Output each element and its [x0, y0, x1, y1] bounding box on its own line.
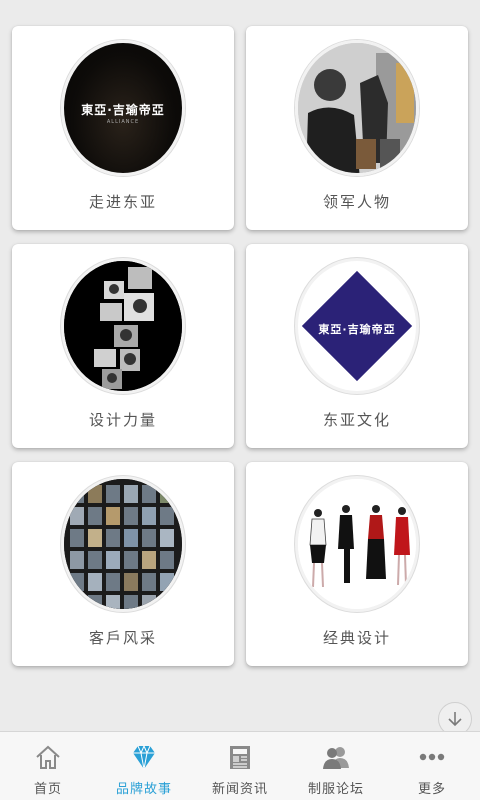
tab-more[interactable]: 更多	[384, 732, 480, 800]
arrow-down-icon	[448, 712, 462, 727]
design-collage-image	[61, 258, 185, 394]
building-grid-illustration	[64, 479, 182, 609]
client-grid-image	[61, 476, 185, 612]
fashion-illustration-image	[295, 476, 419, 612]
card-label: 设计力量	[88, 411, 157, 429]
card-label: 东亚文化	[322, 411, 391, 429]
tab-uniform-forum[interactable]: 制服论坛	[288, 732, 384, 800]
tab-home[interactable]: 首页	[0, 732, 96, 800]
card-dongya-culture[interactable]: 東亞·吉瑜帝亞 东亚文化	[246, 244, 468, 448]
newspaper-icon	[224, 741, 256, 773]
more-icon	[416, 741, 448, 773]
bottom-tab-bar: 首页 品牌故事 新闻资讯 制服论坛 更多	[0, 731, 480, 800]
tab-label: 首页	[33, 782, 62, 797]
tab-label: 新闻资讯	[211, 782, 268, 797]
card-client-gallery[interactable]: 客戶风采	[12, 462, 234, 666]
culture-logo-image: 東亞·吉瑜帝亞	[295, 258, 419, 394]
card-label: 客戶风采	[88, 629, 157, 647]
card-leaders[interactable]: 领军人物	[246, 26, 468, 230]
diamond-icon	[128, 741, 160, 773]
tab-label: 制服论坛	[307, 782, 364, 797]
card-enter-dongya[interactable]: 東亞·吉瑜帝亞 ALLIANCE 走进东亚	[12, 26, 234, 230]
tab-news[interactable]: 新闻资讯	[192, 732, 288, 800]
uniform-figures-illustration	[298, 479, 416, 609]
logo-brand-text: 東亞·吉瑜帝亞	[81, 103, 165, 117]
leader-portrait-image	[295, 40, 419, 176]
collage-illustration	[64, 261, 182, 391]
card-label: 经典设计	[322, 629, 391, 647]
card-design-power[interactable]: 设计力量	[12, 244, 234, 448]
portrait-illustration	[298, 43, 416, 173]
logo-sub-text: ALLIANCE	[106, 119, 140, 125]
tab-label: 品牌故事	[115, 782, 172, 797]
logo-brand-text: 東亞·吉瑜帝亞	[318, 323, 396, 336]
menu-grid: 東亞·吉瑜帝亞 ALLIANCE 走进东亚 领军人物 设计力量 東亞·吉瑜帝亞 …	[12, 26, 468, 666]
users-icon	[320, 741, 352, 773]
card-classic-design[interactable]: 经典设计	[246, 462, 468, 666]
card-label: 领军人物	[322, 193, 391, 211]
tab-label: 更多	[417, 782, 446, 797]
dongya-logo-image: 東亞·吉瑜帝亞 ALLIANCE	[61, 40, 185, 176]
home-icon	[32, 741, 64, 773]
card-label: 走进东亚	[88, 193, 157, 211]
tab-brand-story[interactable]: 品牌故事	[96, 732, 192, 800]
